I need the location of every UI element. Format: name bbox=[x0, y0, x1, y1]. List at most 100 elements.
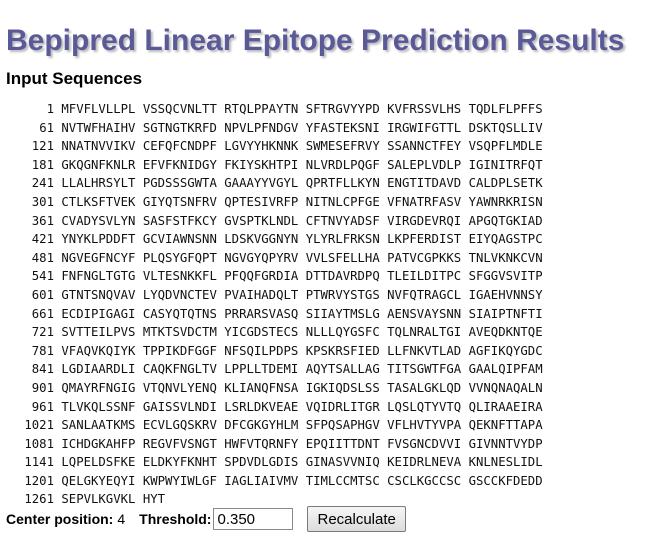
sequence-chunk: SPDVDLGDIS bbox=[224, 455, 299, 470]
center-position-value: 4 bbox=[117, 511, 126, 527]
sequence-row: 61 NVTWFHAIHV SGTNGTKRFD NPVLPFNDGV YFASTEKS… bbox=[0, 119, 543, 138]
threshold-input[interactable] bbox=[213, 508, 294, 530]
sequence-chunk: NPVLPFNDGV bbox=[224, 120, 299, 135]
sequence-row: 181 GKQGNFKNLR EFVFKNIDGY FKIYSKHTPI NLVRDLP… bbox=[0, 156, 543, 175]
sequence-row: 601 GTNTSNQVAV LYQDVNCTEV PVAIHADQLT PTWRVYS… bbox=[0, 286, 543, 305]
sequence-chunk: GAALQIPFAM bbox=[468, 362, 543, 377]
sequence-chunk: QPTESIVRFP bbox=[224, 194, 299, 209]
sequence-chunk: TNLVKNKCVN bbox=[468, 250, 543, 265]
sequence-position: 661 bbox=[31, 306, 54, 321]
sequence-chunk: CALDPLSETK bbox=[468, 176, 543, 191]
sequence-chunk: REGVFVSNGT bbox=[142, 436, 217, 451]
sequence-chunk: KPSKRSFIED bbox=[305, 343, 380, 358]
sequence-chunk: TITSGWTFGA bbox=[387, 362, 462, 377]
sequence-chunk: AVEQDKNTQE bbox=[468, 325, 543, 340]
sequence-chunk: VFLHVTYVPA bbox=[387, 418, 462, 433]
sequence-row: 1021 SANLAATKMS ECVLGQSKRV DFCGKGYHLM SFPQSA… bbox=[0, 416, 542, 435]
sequence-chunk: TIMLCCMTSC bbox=[305, 473, 380, 488]
sequence-chunk: GIVNNTVYDP bbox=[468, 436, 543, 451]
sequence-chunk: SANLAATKMS bbox=[61, 418, 136, 433]
sequence-chunk: DSKTQSLLIV bbox=[468, 120, 543, 135]
sequence-position: 1021 bbox=[24, 418, 54, 433]
sequence-row: 301 CTLKSFTVEK GIYQTSNFRV QPTESIVRFP NITNLCP… bbox=[0, 193, 543, 212]
sequence-chunk: GVSPTKLNDL bbox=[224, 213, 299, 228]
center-position-label: Center position: bbox=[6, 511, 114, 527]
sequence-chunk: MTKTSVDCTM bbox=[142, 325, 217, 340]
sequence-position: 241 bbox=[31, 176, 54, 191]
sequence-chunk: IGINITRFQT bbox=[468, 157, 543, 172]
sequence-chunk: ICHDGKAHFP bbox=[61, 436, 136, 451]
sequence-chunk: GIYQTSNFRV bbox=[142, 194, 217, 209]
sequence-chunk: KNLNESLIDL bbox=[468, 455, 543, 470]
sequence-chunk: AGFIKQYGDC bbox=[468, 343, 543, 358]
page-title: Bepipred Linear Epitope Prediction Resul… bbox=[6, 24, 625, 57]
sequence-chunk: KWPWYIWLGF bbox=[142, 473, 217, 488]
sequence-chunk: SASFSTFKCY bbox=[142, 213, 217, 228]
sequence-chunk: NGVGYQPYRV bbox=[224, 250, 299, 265]
sequence-row: 961 TLVKQLSSNF GAISSVLNDI LSRLDKVEAE VQIDRLI… bbox=[0, 398, 543, 417]
sequence-chunk: ECVLGQSKRV bbox=[142, 418, 217, 433]
sequence-chunk: NVTWFHAIHV bbox=[61, 120, 136, 135]
sequence-position: 1 bbox=[46, 102, 54, 116]
sequence-chunk: GAAAYYVGYL bbox=[224, 176, 299, 191]
sequence-chunk: GTNTSNQVAV bbox=[61, 287, 136, 302]
sequence-chunk: LGVYYHKNNK bbox=[224, 139, 299, 154]
sequence-chunk: DTTDAVRDPQ bbox=[305, 269, 380, 284]
sequence-chunk: SGTNGTKRFD bbox=[142, 120, 217, 135]
sequence-chunk: PATVCGPKKS bbox=[387, 250, 462, 265]
sequence-chunk: NITNLCPFGE bbox=[305, 194, 380, 209]
sequence-position: 841 bbox=[31, 362, 54, 377]
sequence-chunk: MFVFLVLLPL bbox=[61, 102, 136, 116]
sequence-chunk: FKIYSKHTPI bbox=[224, 157, 299, 172]
sequence-chunk: NGVEGFNCYF bbox=[61, 250, 136, 265]
sequence-chunk: CEFQFCNDPF bbox=[142, 139, 217, 154]
sequence-chunk: ELDKYFKNHT bbox=[142, 455, 217, 470]
sequence-chunk: IRGWIFGTTL bbox=[387, 120, 462, 135]
sequence-position: 961 bbox=[31, 399, 54, 414]
sequence-chunk: TLEILDITPC bbox=[387, 269, 462, 284]
sequence-chunk: PVAIHADQLT bbox=[224, 287, 299, 302]
sequence-chunk: VVNQNAQALN bbox=[468, 380, 543, 395]
sequence-chunk: YAWNRKRISN bbox=[468, 194, 543, 209]
sequence-position: 781 bbox=[31, 343, 54, 358]
sequence-chunk: APGQTGKIAD bbox=[468, 213, 543, 228]
sequence-chunk: GCVIAWNSNN bbox=[142, 232, 217, 247]
sequence-row: 1 MFVFLVLLPL VSSQCVNLTT RTQLPPAYTN SFTRGVYYP… bbox=[0, 100, 543, 119]
sequence-position: 481 bbox=[31, 250, 54, 265]
sequence-chunk: GINASVVNIQ bbox=[305, 455, 380, 470]
sequence-chunk: LLALHRSYLT bbox=[61, 176, 136, 191]
input-sequences-heading: Input Sequences bbox=[6, 69, 143, 88]
sequence-row: 421 YNYKLPDDFT GCVIAWNSNN LDSKVGGNYN YLYRLFR… bbox=[0, 230, 543, 249]
sequence-chunk: CAQKFNGLTV bbox=[142, 362, 217, 377]
sequence-chunk: PLQSYGFQPT bbox=[142, 250, 217, 265]
sequence-chunk: DFCGKGYHLM bbox=[224, 418, 299, 433]
recalculate-button[interactable]: Recalculate bbox=[307, 506, 406, 532]
sequence-chunk: TQDLFLPFFS bbox=[468, 102, 543, 116]
sequence-chunk: IAGLIAIVMV bbox=[224, 473, 299, 488]
sequence-chunk: QPRTFLLKYN bbox=[305, 176, 380, 191]
sequence-chunk: AQYTSALLAG bbox=[305, 362, 380, 377]
sequence-position: 301 bbox=[31, 194, 54, 209]
sequence-row: 361 CVADYSVLYN SASFSTFKCY GVSPTKLNDL CFTNVYA… bbox=[0, 212, 543, 231]
sequence-chunk: VLTESNKKFL bbox=[142, 269, 217, 284]
sequence-row: 661 ECDIPIGAGI CASYQTQTNS PRRARSVASQ SIIAYTM… bbox=[0, 305, 543, 324]
sequence-chunk: LQSLQTYVTQ bbox=[387, 399, 462, 414]
sequence-chunk: FVSGNCDVVI bbox=[387, 436, 462, 451]
sequence-position: 901 bbox=[31, 380, 54, 395]
sequence-chunk: AENSVAYSNN bbox=[387, 306, 462, 321]
sequence-position: 1201 bbox=[24, 473, 54, 488]
sequence-chunk: LGDIAARDLI bbox=[61, 362, 136, 377]
sequence-chunk: QMAYRFNGIG bbox=[61, 380, 136, 395]
sequence-chunk: NNATNVVIKV bbox=[61, 139, 136, 154]
sequence-position: 121 bbox=[31, 139, 54, 154]
sequence-chunk: KVFRSSVLHS bbox=[387, 102, 462, 116]
sequence-row: 901 QMAYRFNGIG VTQNVLYENQ KLIANQFNSA IGKIQDS… bbox=[0, 379, 543, 398]
sequence-chunk: SALEPLVDLP bbox=[387, 157, 462, 172]
sequence-position: 601 bbox=[31, 287, 54, 302]
sequence-position: 721 bbox=[31, 325, 54, 340]
sequence-row: 1141 LQPELDSFKE ELDKYFKNHT SPDVDLGDIS GINASV… bbox=[0, 453, 543, 472]
sequence-chunk: YICGDSTECS bbox=[224, 325, 299, 340]
sequence-chunk: CSCLKGCCSC bbox=[387, 473, 462, 488]
sequence-row: 841 LGDIAARDLI CAQKFNGLTV LPPLLTDEMI AQYTSAL… bbox=[0, 360, 543, 379]
sequence-chunk: YFASTEKSNI bbox=[305, 120, 380, 135]
